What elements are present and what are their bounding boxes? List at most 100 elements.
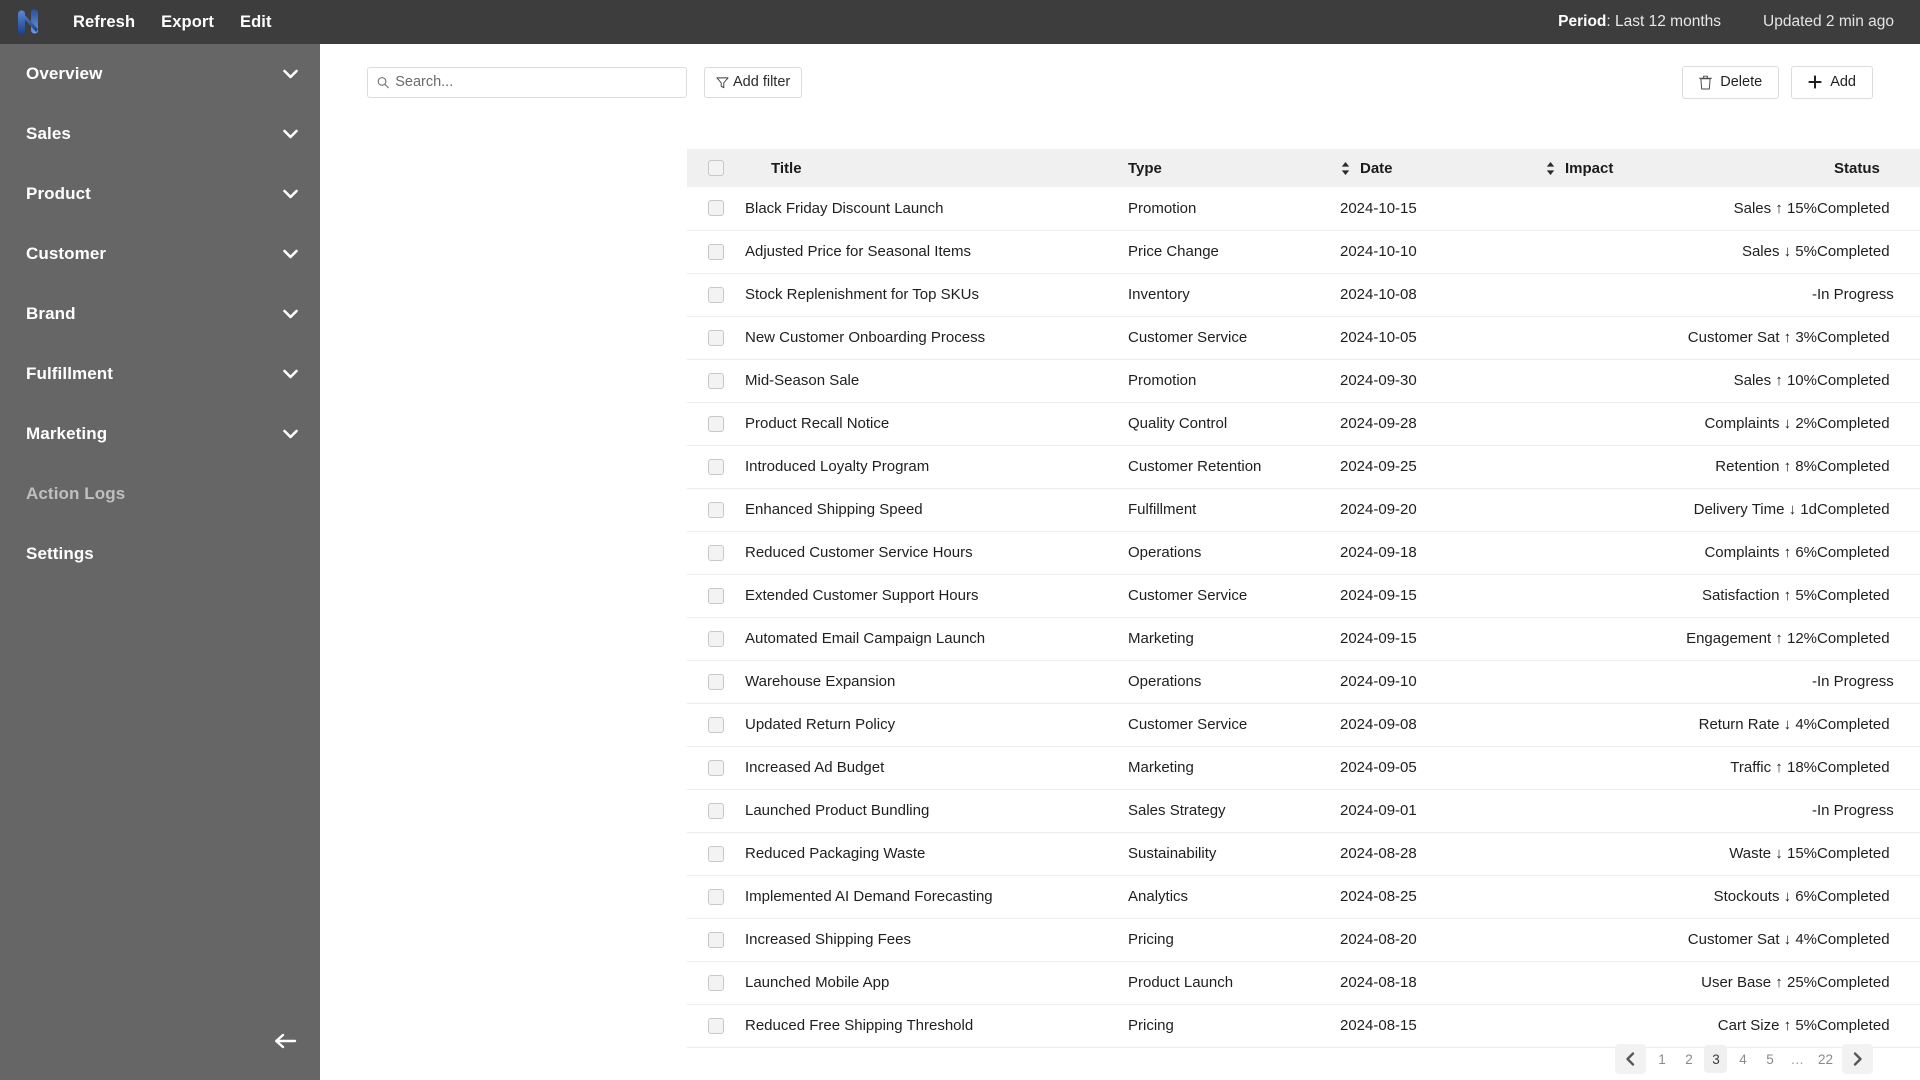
column-header-impact[interactable]: Impact <box>1545 149 1817 187</box>
pagination-ellipsis: … <box>1790 1051 1804 1067</box>
table-row[interactable]: Product Recall Notice Quality Control 2024… <box>687 402 1920 446</box>
cell-date: 2024-09-15 <box>1340 574 1545 618</box>
pagination-page-2[interactable]: 2 <box>1677 1045 1700 1073</box>
cell-title: Stock Replenishment for Top SKUs <box>745 273 1128 317</box>
column-header-status[interactable]: Status <box>1817 149 1920 187</box>
add-filter-button[interactable]: Add filter <box>704 66 803 98</box>
cell-type: Price Change <box>1128 230 1340 274</box>
row-checkbox[interactable] <box>708 974 724 991</box>
cell-impact: Waste ↓ 15% <box>1545 832 1817 876</box>
pagination-prev-button[interactable] <box>1615 1044 1647 1074</box>
sidebar-item-action-logs[interactable]: Action Logs <box>0 464 320 524</box>
sort-toggle-type-icon[interactable] <box>1340 161 1351 176</box>
search-field[interactable] <box>367 66 687 98</box>
row-checkbox[interactable] <box>708 673 724 690</box>
cell-date: 2024-09-08 <box>1340 703 1545 747</box>
column-header-date[interactable]: Date <box>1340 149 1545 187</box>
table-row[interactable]: Reduced Packaging Waste Sustainability 202… <box>687 832 1920 876</box>
row-checkbox[interactable] <box>708 501 724 518</box>
chevron-down-icon[interactable] <box>282 126 298 142</box>
row-checkbox[interactable] <box>708 931 724 948</box>
nav-refresh[interactable]: Refresh <box>60 9 148 36</box>
sidebar-item-customer[interactable]: Customer <box>0 224 320 284</box>
row-checkbox[interactable] <box>708 544 724 561</box>
cell-date: 2024-09-10 <box>1340 660 1545 704</box>
sidebar-item-product[interactable]: Product <box>0 164 320 224</box>
pagination-page-22[interactable]: 22 <box>1813 1045 1838 1073</box>
row-checkbox[interactable] <box>708 845 724 862</box>
table-row[interactable]: Introduced Loyalty Program Customer Reten… <box>687 445 1920 489</box>
table-row[interactable]: Automated Email Campaign Launch Marketing… <box>687 617 1920 661</box>
sort-toggle-date-icon[interactable] <box>1545 161 1556 176</box>
table-row[interactable]: Updated Return Policy Customer Service 202… <box>687 703 1920 747</box>
nav-edit[interactable]: Edit <box>227 9 285 36</box>
delete-button[interactable]: Delete <box>1682 65 1780 99</box>
row-checkbox[interactable] <box>708 458 724 475</box>
table-row[interactable]: Adjusted Price for Seasonal Items Price C… <box>687 230 1920 274</box>
search-input[interactable] <box>395 74 677 90</box>
chevron-down-icon[interactable] <box>282 186 298 202</box>
status-badge: Completed <box>1817 230 1920 274</box>
pagination-page-4[interactable]: 4 <box>1731 1045 1754 1073</box>
add-button[interactable]: Add <box>1791 65 1873 99</box>
row-checkbox[interactable] <box>708 329 724 346</box>
pagination-page-1[interactable]: 1 <box>1650 1045 1673 1073</box>
chevron-down-icon[interactable] <box>282 246 298 262</box>
sidebar-item-label: Brand <box>26 304 76 323</box>
sidebar-item-brand[interactable]: Brand <box>0 284 320 344</box>
chevron-down-icon[interactable] <box>282 426 298 442</box>
sidebar-collapse-button[interactable] <box>268 1024 302 1058</box>
table-row[interactable]: Stock Replenishment for Top SKUs Inventor… <box>687 273 1920 317</box>
column-header-title[interactable]: Title <box>745 149 1128 187</box>
table-row[interactable]: Increased Ad Budget Marketing 2024-09-05 Tr… <box>687 746 1920 790</box>
nav-export[interactable]: Export <box>148 9 227 36</box>
table-row[interactable]: Launched Product Bundling Sales Strategy 2… <box>687 789 1920 833</box>
sidebar-item-marketing[interactable]: Marketing <box>0 404 320 464</box>
table-row[interactable]: Enhanced Shipping Speed Fulfillment 2024-0… <box>687 488 1920 532</box>
app-logo[interactable] <box>0 0 56 44</box>
row-checkbox[interactable] <box>708 1017 724 1034</box>
row-checkbox[interactable] <box>708 888 724 905</box>
row-checkbox[interactable] <box>708 200 724 217</box>
row-checkbox[interactable] <box>708 286 724 303</box>
chevron-down-icon[interactable] <box>282 306 298 322</box>
select-all-checkbox[interactable] <box>708 160 724 176</box>
pagination-page-3[interactable]: 3 <box>1704 1045 1728 1073</box>
table-row[interactable]: Implemented AI Demand Forecasting Analyti… <box>687 875 1920 919</box>
chevron-down-icon[interactable] <box>282 366 298 382</box>
table-row[interactable]: Reduced Customer Service Hours Operations… <box>687 531 1920 575</box>
row-checkbox[interactable] <box>708 630 724 647</box>
sidebar-item-sales[interactable]: Sales <box>0 104 320 164</box>
sidebar-item-label: Fulfillment <box>26 364 114 383</box>
row-checkbox[interactable] <box>708 415 724 432</box>
chevron-down-icon[interactable] <box>282 66 298 82</box>
sidebar-item-overview[interactable]: Overview <box>0 44 320 104</box>
table-row[interactable]: Warehouse Expansion Operations 2024-09-10-… <box>687 660 1920 704</box>
table-row[interactable]: Increased Shipping Fees Pricing 2024-08-20… <box>687 918 1920 962</box>
cell-title: Reduced Free Shipping Threshold <box>745 1004 1128 1048</box>
table-row[interactable]: Mid-Season Sale Promotion 2024-09-30 Sales … <box>687 359 1920 403</box>
table-header-row: Title Type Date Impact Status <box>687 149 1920 187</box>
cell-type: Pricing <box>1128 1004 1340 1048</box>
table-row[interactable]: Reduced Free Shipping Threshold Pricing 20… <box>687 1004 1920 1048</box>
sidebar-item-label: Marketing <box>26 424 108 443</box>
pagination-page-5[interactable]: 5 <box>1758 1045 1781 1073</box>
sidebar-item-fulfillment[interactable]: Fulfillment <box>0 344 320 404</box>
table-row[interactable]: Launched Mobile App Product Launch 2024-08… <box>687 961 1920 1005</box>
cell-date: 2024-10-08 <box>1340 273 1545 317</box>
row-checkbox[interactable] <box>708 243 724 260</box>
pagination-next-button[interactable] <box>1842 1044 1873 1074</box>
row-checkbox[interactable] <box>708 587 724 604</box>
sidebar-item-settings[interactable]: Settings <box>0 524 320 584</box>
row-checkbox[interactable] <box>708 372 724 389</box>
row-checkbox[interactable] <box>708 802 724 819</box>
action-logs-table-container: Title Type Date Impact Status Black Frid… <box>687 149 1920 1048</box>
row-checkbox[interactable] <box>708 759 724 776</box>
row-checkbox[interactable] <box>708 716 724 733</box>
column-header-type[interactable]: Type <box>1128 149 1340 187</box>
table-row[interactable]: Extended Customer Support Hours Customer … <box>687 574 1920 618</box>
table-row[interactable]: New Customer Onboarding Process Customer … <box>687 316 1920 360</box>
status-badge: Completed <box>1817 875 1920 919</box>
table-row[interactable]: Black Friday Discount Launch Promotion 202… <box>687 187 1920 231</box>
row-select-cell <box>687 617 745 661</box>
